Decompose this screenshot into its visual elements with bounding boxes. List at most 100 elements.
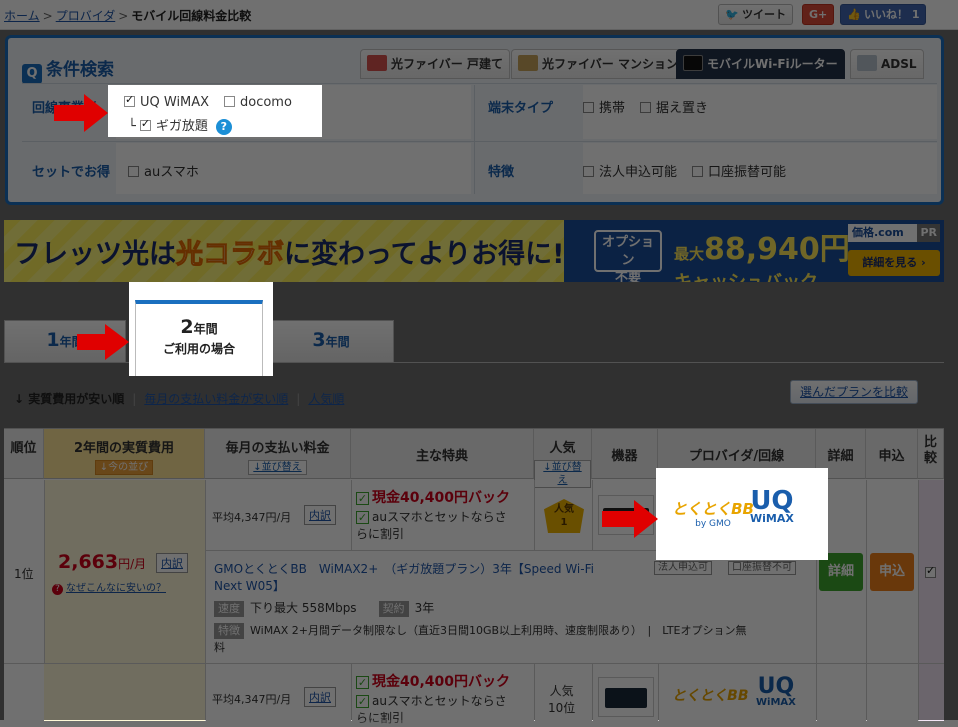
option-giga[interactable]: └ギガ放題? (128, 115, 232, 135)
row2-monthly-breakdown[interactable]: 内訳 (304, 687, 336, 707)
option-docomo[interactable]: docomo (224, 95, 292, 110)
bank-transfer-checkbox[interactable] (692, 166, 703, 177)
row2-au-set: ✓ auスマホとセットならさ らに割引 (356, 694, 507, 725)
row2-monthly-avg: 平均4,347円/月 (212, 693, 292, 706)
gplus-button[interactable]: G+ (802, 4, 835, 25)
header-rank: 順位 (4, 429, 44, 479)
banner-option-badge: オプション 不要 (594, 230, 662, 282)
row1-plan-name[interactable]: GMOとくとくBB WiMAX2+ （ギガ放題プラン）3年【Speed Wi-F… (214, 561, 594, 595)
device-image (598, 677, 654, 717)
option-portable[interactable]: 携帯 (583, 97, 625, 116)
option-uq-wimax[interactable]: UQ WiMAX (124, 93, 209, 110)
stationary-checkbox[interactable] (640, 102, 651, 113)
row1-uq-logo: UQ WiMAX (750, 486, 794, 525)
modem-icon (857, 55, 877, 71)
arrow-right-icon (77, 324, 129, 360)
breadcrumb: ホーム > プロバイダ > モバイル回線料金比較 (4, 9, 252, 23)
banner-detail-button[interactable]: 詳細を見る › (848, 250, 940, 276)
header-benefit: 主な特典 (351, 429, 534, 479)
header-monthly: 毎月の支払い料金 ↓並び替え (205, 429, 351, 479)
row1-breakdown-button[interactable]: 内訳 (156, 553, 188, 573)
check-icon: ✓ (356, 492, 369, 505)
like-button[interactable]: 👍 いいね！ 1 (840, 4, 927, 25)
check-icon: ✓ (356, 511, 369, 524)
header-apply: 申込 (866, 429, 918, 479)
header-popular: 人気 ↓並び替え (534, 429, 592, 488)
breadcrumb-current: モバイル回線料金比較 (131, 9, 252, 23)
row1-compare-checkbox[interactable] (925, 564, 941, 580)
banner-headline: フレッツ光は光コラボに変わってよりお得に! (14, 239, 565, 271)
row1-cashback: ✓ 現金40,400円バック (356, 490, 511, 506)
row1-monthly-avg: 平均4,347円/月 (212, 511, 292, 524)
option-bank-transfer[interactable]: 口座振替可能 (692, 161, 786, 180)
row2-cashback: ✓ 現金40,400円バック (356, 674, 511, 690)
thumbs-up-icon: 👍 (847, 8, 861, 21)
question-icon: ? (52, 584, 63, 595)
header-cost: 2年間の実質費用 ↓今の並び (44, 429, 205, 479)
popular-badge: 人気 1 (544, 499, 584, 533)
tweet-button[interactable]: 🐦 ツイート (718, 4, 793, 25)
router-icon (683, 55, 703, 71)
feature-label: 特徴 (488, 165, 515, 180)
building-icon (518, 55, 538, 71)
search-icon: Q (22, 64, 42, 84)
set-discount-label: セットでお得 (32, 165, 111, 180)
check-icon: ✓ (356, 676, 369, 689)
kakaku-logo: 価格.com PR (848, 224, 940, 242)
row1-apply-button[interactable]: 申込 (870, 553, 914, 591)
top-bar: ホーム > プロバイダ > モバイル回線料金比較 🐦 ツイート G+ 👍 いいね！ 1 (0, 0, 958, 30)
help-icon[interactable]: ? (215, 119, 232, 135)
giga-checkbox[interactable] (139, 117, 151, 131)
tab-mobile-wifi[interactable]: モバイルWi-Fiルーター (676, 49, 845, 79)
au-smartphone-checkbox[interactable] (128, 166, 139, 177)
sort-cost: ↓ 実質費用が安い順 (14, 392, 125, 406)
arrow-right-icon (602, 500, 658, 538)
row1-rank: 1位 (14, 567, 34, 581)
compare-plans-button[interactable]: 選んだプランを比較 (790, 380, 918, 404)
row2-popular: 人気 10位 (548, 684, 576, 715)
row1-features: 特徴 WiMAX 2+月間データ制限なし（直近3日間10GB以上利用時、速度制限あ… (214, 623, 747, 654)
breadcrumb-home[interactable]: ホーム (4, 9, 40, 23)
uq-wimax-checkbox[interactable] (124, 93, 135, 107)
breadcrumb-provider[interactable]: プロバイダ (56, 9, 116, 23)
portable-checkbox[interactable] (583, 102, 594, 113)
tab-fiber-mansion[interactable]: 光ファイバー マンション (511, 49, 685, 79)
tab-fiber-house[interactable]: 光ファイバー 戸建て (360, 49, 510, 79)
highlight-provider: とくとくBB by GMO UQ WiMAX (656, 468, 828, 560)
corporate-pill: 法人申込可 (654, 561, 712, 575)
row1-gmo-logo: とくとくBB by GMO (672, 500, 754, 529)
search-title: Q 条件検索 (22, 55, 114, 84)
banner-cashback: 最大88,940円 キャッシュバック (674, 232, 850, 282)
row1-speed: 速度 下り最大 558Mbps 契約 3年 (214, 599, 434, 617)
check-icon: ✓ (356, 695, 369, 708)
house-icon (367, 55, 387, 71)
row2-gmo-logo: とくとくBB (672, 688, 749, 704)
tab-2-year[interactable]: 2年間 ご利用の場合 (129, 282, 273, 376)
bank-transfer-pill: 口座振替不可 (728, 561, 796, 575)
row1-au-set: ✓ auスマホとセットならさ らに割引 (356, 510, 507, 541)
monthly-sort-button[interactable]: ↓並び替え (248, 460, 307, 475)
option-au-smartphone[interactable]: auスマホ (128, 161, 199, 180)
popular-sort-button[interactable]: ↓並び替え (534, 460, 591, 488)
cost-sort-current: ↓今の並び (94, 460, 154, 475)
docomo-checkbox[interactable] (224, 96, 235, 107)
option-corporate[interactable]: 法人申込可能 (583, 161, 677, 180)
tab-3-year[interactable]: 3年間 (268, 320, 394, 362)
row1-why-cheap-link[interactable]: ? なぜこんなに安いの？ (52, 579, 166, 595)
sort-bar: ↓ 実質費用が安い順 | 毎月の支払い料金が安い順 | 人気順 (14, 392, 345, 406)
sort-monthly-link[interactable]: 毎月の支払い料金が安い順 (144, 392, 288, 406)
row2-uq-logo: UQ WiMAX (756, 674, 796, 709)
header-compare: 比較 (918, 429, 944, 479)
corporate-checkbox[interactable] (583, 166, 594, 177)
option-stationary[interactable]: 据え置き (640, 97, 708, 116)
promo-banner[interactable]: フレッツ光は光コラボに変わってよりお得に! オプション 不要 最大88,940円 … (4, 220, 944, 282)
tab-adsl[interactable]: ADSL (850, 49, 924, 79)
highlight-line-operator: UQ WiMAX docomo └ギガ放題? (108, 85, 322, 137)
terminal-type-label: 端末タイプ (488, 101, 554, 116)
sort-popular-link[interactable]: 人気順 (308, 392, 344, 406)
header-device: 機器 (592, 429, 658, 479)
row1-monthly-breakdown[interactable]: 内訳 (304, 505, 336, 525)
arrow-right-icon (54, 94, 108, 132)
twitter-icon: 🐦 (725, 8, 739, 21)
row1-price: 2,663円/月 (58, 551, 147, 573)
